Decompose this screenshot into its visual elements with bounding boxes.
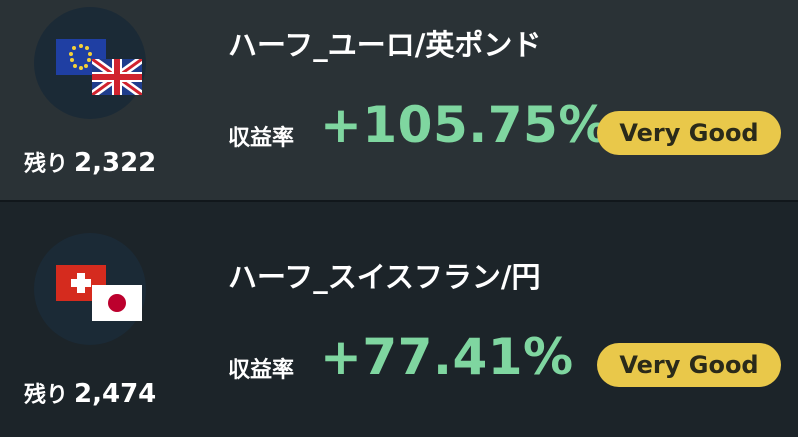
rate-label: 収益率 (228, 126, 295, 151)
uk-flag-icon (92, 59, 142, 95)
rate-value: +77.41% (320, 328, 574, 386)
remaining-label: 残り (24, 152, 69, 177)
rating-badge: Very Good (597, 111, 781, 155)
pair-name: ハーフ_スイスフラン/円 (228, 260, 541, 294)
pair-name: ハーフ_ユーロ/英ポンド (228, 28, 542, 62)
currency-pair-icon (34, 7, 146, 119)
product-row[interactable]: 残り 2,474 ハーフ_スイスフラン/円 収益率 +77.41% Very Go… (0, 202, 798, 437)
remaining-value: 2,474 (74, 379, 157, 409)
currency-pair-icon (34, 233, 146, 345)
rate-label: 収益率 (228, 358, 295, 383)
rate-value: +105.75% (320, 96, 609, 154)
japan-flag-icon (92, 285, 142, 321)
product-row[interactable]: 残り 2,322 ハーフ_ユーロ/英ポンド 収益率 +105.75% Very G… (0, 0, 798, 200)
remaining-value: 2,322 (74, 148, 157, 178)
remaining-count: 残り 2,474 (24, 377, 156, 409)
rating-badge: Very Good (597, 343, 781, 387)
remaining-count: 残り 2,322 (24, 146, 156, 178)
remaining-label: 残り (24, 383, 69, 408)
